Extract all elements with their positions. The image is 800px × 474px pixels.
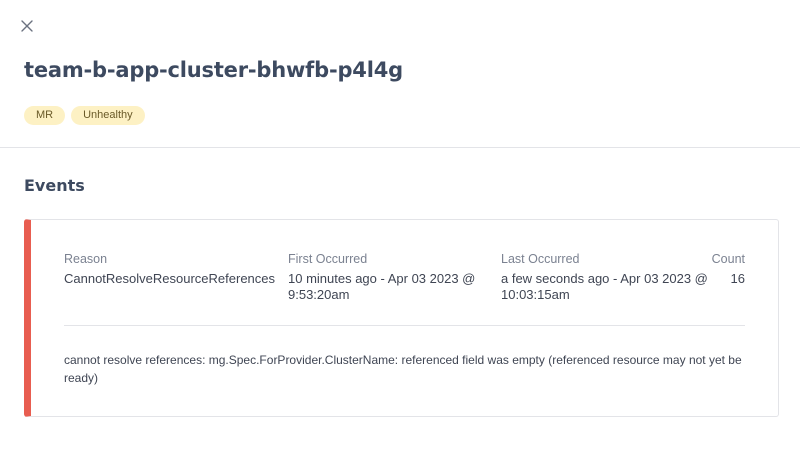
resource-detail-panel: team-b-app-cluster-bhwfb-p4l4g MR Unheal…: [0, 0, 800, 474]
status-badge: Unhealthy: [71, 106, 145, 125]
last-occurred-value: a few seconds ago - Apr 03 2023 @ 10:03:…: [501, 271, 708, 302]
header-divider: [0, 147, 800, 148]
reason-value: CannotResolveResourceReferences: [64, 271, 276, 286]
first-occurred-value: 10 minutes ago - Apr 03 2023 @ 9:53:20am: [288, 271, 476, 302]
first-occurred-column: First Occurred 10 minutes ago - Apr 03 2…: [288, 251, 493, 303]
event-card-divider: [64, 325, 745, 326]
kind-badge: MR: [24, 106, 66, 125]
count-column: Count 16: [685, 251, 745, 287]
first-occurred-label: First Occurred: [288, 252, 368, 266]
close-button[interactable]: [18, 17, 36, 35]
reason-column: Reason CannotResolveResourceReferences: [64, 251, 284, 287]
close-icon: [21, 20, 33, 32]
events-section-title: Events: [24, 176, 85, 195]
event-card: Reason CannotResolveResourceReferences F…: [24, 219, 779, 417]
count-value: 16: [730, 271, 745, 286]
last-occurred-column: Last Occurred a few seconds ago - Apr 03…: [501, 251, 711, 303]
reason-label: Reason: [64, 252, 108, 266]
count-label: Count: [711, 252, 745, 266]
page-title: team-b-app-cluster-bhwfb-p4l4g: [24, 58, 403, 82]
event-message: cannot resolve references: mg.Spec.ForPr…: [64, 353, 742, 385]
badge-group: MR Unhealthy: [24, 106, 145, 125]
last-occurred-label: Last Occurred: [501, 252, 580, 266]
